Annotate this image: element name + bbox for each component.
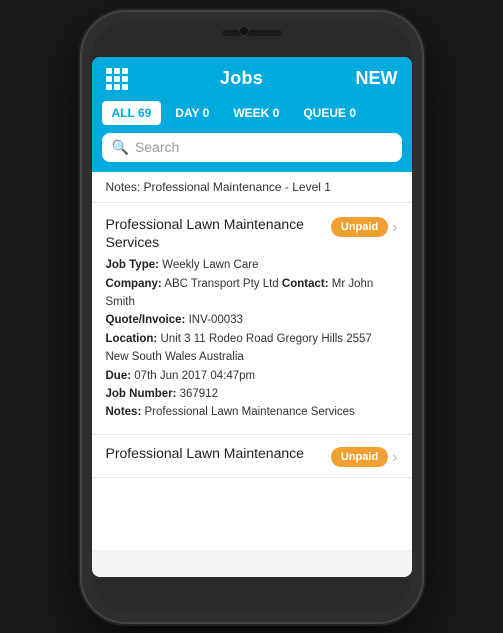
tab-week[interactable]: WEEK 0 bbox=[223, 101, 289, 125]
unpaid-badge-2: Unpaid bbox=[331, 447, 388, 467]
jobs-list: Notes: Professional Maintenance - Level … bbox=[92, 172, 412, 550]
search-icon: 🔍 bbox=[112, 139, 129, 156]
page-title: Jobs bbox=[220, 68, 263, 89]
tab-day[interactable]: DAY 0 bbox=[165, 101, 219, 125]
job-card-2[interactable]: Professional Lawn Maintenance Unpaid › bbox=[92, 435, 412, 478]
job-card-header: Professional Lawn Maintenance Services U… bbox=[106, 215, 398, 253]
tab-all[interactable]: ALL 69 bbox=[102, 101, 162, 125]
speaker bbox=[222, 30, 282, 36]
notes-banner: Notes: Professional Maintenance - Level … bbox=[92, 172, 412, 203]
grid-menu-icon[interactable] bbox=[106, 68, 128, 90]
job-detail: Job Type: Weekly Lawn Care Company: ABC … bbox=[106, 256, 398, 422]
job-title-2: Professional Lawn Maintenance bbox=[106, 445, 331, 461]
search-input[interactable]: Search bbox=[135, 139, 392, 155]
chevron-right-icon: › bbox=[392, 219, 397, 237]
search-bar: 🔍 Search bbox=[92, 133, 412, 172]
screen: Jobs NEW ALL 69 DAY 0 WEEK 0 QUEUE 0 🔍 S… bbox=[92, 57, 412, 577]
chevron-right-icon-2: › bbox=[392, 449, 397, 467]
job-card[interactable]: Professional Lawn Maintenance Services U… bbox=[92, 203, 412, 435]
tab-queue[interactable]: QUEUE 0 bbox=[293, 101, 366, 125]
app-header: Jobs NEW bbox=[92, 57, 412, 101]
phone-frame: Jobs NEW ALL 69 DAY 0 WEEK 0 QUEUE 0 🔍 S… bbox=[82, 12, 422, 622]
job-title: Professional Lawn Maintenance Services bbox=[106, 215, 331, 253]
unpaid-badge: Unpaid bbox=[331, 217, 388, 237]
tab-bar: ALL 69 DAY 0 WEEK 0 QUEUE 0 bbox=[92, 101, 412, 133]
job-badge-area: Unpaid › bbox=[331, 217, 398, 237]
job-badge-area-2: Unpaid › bbox=[331, 447, 398, 467]
camera bbox=[239, 26, 249, 36]
search-input-wrapper[interactable]: 🔍 Search bbox=[102, 133, 402, 162]
new-button[interactable]: NEW bbox=[356, 68, 398, 89]
